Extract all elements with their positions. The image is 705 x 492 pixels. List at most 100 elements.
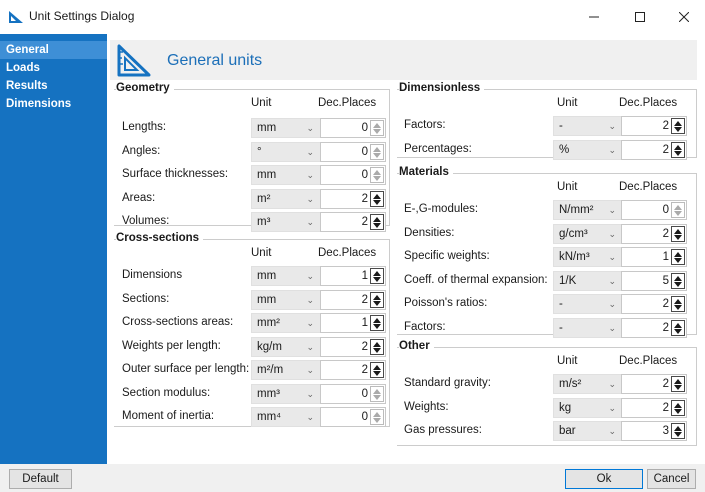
unit-select-value: mm	[257, 169, 277, 181]
cancel-button[interactable]: Cancel	[647, 469, 696, 489]
unit-select[interactable]: mm ⌄	[251, 165, 321, 185]
unit-select[interactable]: mm ⌄	[251, 289, 321, 310]
spinner-arrows-icon[interactable]	[671, 272, 685, 289]
spinner-arrows-icon[interactable]	[370, 315, 384, 331]
dec-places-spinner[interactable]: 1	[320, 313, 386, 333]
unit-select[interactable]: - ⌄	[553, 116, 623, 136]
dec-places-spinner[interactable]: 2	[621, 223, 687, 244]
default-button[interactable]: Default	[9, 469, 72, 489]
spinner-arrows-icon[interactable]	[671, 141, 685, 158]
unit-select[interactable]: m/s² ⌄	[553, 374, 623, 394]
unit-select[interactable]: mm ⌄	[251, 118, 321, 138]
dec-places-spinner[interactable]: 3	[621, 421, 687, 441]
sidebar-item-dimensions[interactable]: Dimensions	[0, 95, 107, 113]
spinner-arrows-icon[interactable]	[370, 214, 384, 230]
spinner-arrows-icon[interactable]	[370, 190, 384, 207]
spinner-arrows-icon[interactable]	[671, 249, 685, 265]
sidebar-item-results[interactable]: Results	[0, 77, 107, 95]
spinner-arrows-icon[interactable]	[671, 118, 685, 134]
spinner-arrows-icon[interactable]	[370, 268, 384, 284]
spinner-arrows-icon[interactable]	[671, 399, 685, 416]
unit-select[interactable]: - ⌄	[553, 294, 623, 314]
spinner-arrows-icon[interactable]	[370, 409, 384, 425]
sidebar-item-loads[interactable]: Loads	[0, 59, 107, 77]
unit-select[interactable]: m²/m ⌄	[251, 360, 321, 380]
unit-select[interactable]: m³ ⌄	[251, 212, 321, 232]
unit-select[interactable]: m² ⌄	[251, 188, 321, 209]
chevron-down-icon: ⌄	[306, 388, 314, 399]
dec-places-spinner[interactable]: 2	[621, 317, 687, 338]
spinner-arrows-icon[interactable]	[671, 296, 685, 312]
unit-column-header: Unit	[557, 355, 578, 367]
chevron-down-icon: ⌄	[306, 123, 314, 133]
row-label: Weights:	[404, 400, 449, 413]
unit-select[interactable]: kN/m³ ⌄	[553, 247, 623, 267]
spinner-arrows-icon[interactable]	[671, 225, 685, 242]
dec-places-spinner[interactable]: 2	[621, 294, 687, 314]
dec-places-spinner[interactable]: 2	[320, 289, 386, 310]
up-arrow-icon	[373, 365, 381, 370]
chevron-down-icon: ⌄	[608, 228, 616, 239]
spinner-arrows-icon[interactable]	[671, 202, 685, 218]
unit-select[interactable]: ° ⌄	[251, 141, 321, 162]
dec-places-spinner[interactable]: 0	[320, 141, 386, 162]
dec-places-spinner[interactable]: 0	[621, 200, 687, 220]
dec-places-spinner[interactable]: 2	[621, 139, 687, 160]
unit-select[interactable]: mm ⌄	[251, 266, 321, 286]
up-arrow-icon	[674, 322, 682, 328]
ok-button[interactable]: Ok	[565, 469, 643, 489]
unit-select[interactable]: kg ⌄	[553, 397, 623, 418]
sidebar-item-general[interactable]: General	[0, 41, 107, 59]
dec-places-spinner[interactable]: 0	[320, 165, 386, 185]
spinner-arrows-icon[interactable]	[370, 291, 384, 308]
dec-places-spinner[interactable]: 2	[621, 116, 687, 136]
row-label: Standard gravity:	[404, 377, 491, 389]
dec-places-spinner[interactable]: 2	[320, 188, 386, 209]
unit-select[interactable]: kg/m ⌄	[251, 336, 321, 357]
dec-places-value: 2	[662, 120, 669, 132]
row-label: Weights per length:	[122, 339, 221, 352]
spinner-arrows-icon[interactable]	[671, 376, 685, 392]
down-arrow-icon	[373, 394, 381, 400]
dec-places-spinner[interactable]: 0	[320, 118, 386, 138]
spinner-arrows-icon[interactable]	[671, 423, 685, 439]
unit-select[interactable]: % ⌄	[553, 139, 623, 160]
up-arrow-icon	[674, 144, 682, 150]
geometry-group-title: Geometry	[116, 82, 174, 94]
up-arrow-icon	[674, 426, 682, 431]
dec-places-spinner[interactable]: 1	[621, 247, 687, 267]
spinner-arrows-icon[interactable]	[370, 167, 384, 183]
dec-places-spinner[interactable]: 2	[621, 374, 687, 394]
dec-places-spinner[interactable]: 0	[320, 383, 386, 404]
spinner-arrows-icon[interactable]	[671, 319, 685, 336]
spinner-arrows-icon[interactable]	[370, 338, 384, 355]
chevron-down-icon: ⌄	[306, 318, 314, 328]
unit-select[interactable]: mm⁴ ⌄	[251, 407, 321, 427]
dec-places-spinner[interactable]: 2	[320, 360, 386, 380]
spinner-arrows-icon[interactable]	[370, 143, 384, 160]
minimize-button[interactable]	[571, 0, 617, 34]
unit-select-value: mm⁴	[257, 411, 282, 423]
unit-select[interactable]: g/cm³ ⌄	[553, 223, 623, 244]
unit-select[interactable]: bar ⌄	[553, 421, 623, 441]
down-arrow-icon	[373, 176, 381, 181]
spinner-arrows-icon[interactable]	[370, 385, 384, 402]
minimize-icon	[589, 16, 599, 18]
dec-places-spinner[interactable]: 1	[320, 266, 386, 286]
spinner-arrows-icon[interactable]	[370, 362, 384, 378]
dec-places-spinner[interactable]: 2	[621, 397, 687, 418]
unit-select[interactable]: - ⌄	[553, 317, 623, 338]
unit-select[interactable]: mm² ⌄	[251, 313, 321, 333]
unit-select[interactable]: 1/K ⌄	[553, 270, 623, 291]
dec-places-spinner[interactable]: 2	[320, 336, 386, 357]
dec-places-spinner[interactable]: 5	[621, 270, 687, 291]
dec-places-spinner[interactable]: 0	[320, 407, 386, 427]
unit-select[interactable]: N/mm² ⌄	[553, 200, 623, 220]
unit-select[interactable]: mm³ ⌄	[251, 383, 321, 404]
spinner-arrows-icon[interactable]	[370, 120, 384, 136]
maximize-button[interactable]	[617, 0, 663, 34]
unit-column-header: Unit	[251, 97, 272, 109]
unit-select-value: kN/m³	[559, 251, 590, 263]
close-button[interactable]	[661, 0, 705, 34]
dec-places-spinner[interactable]: 2	[320, 212, 386, 232]
